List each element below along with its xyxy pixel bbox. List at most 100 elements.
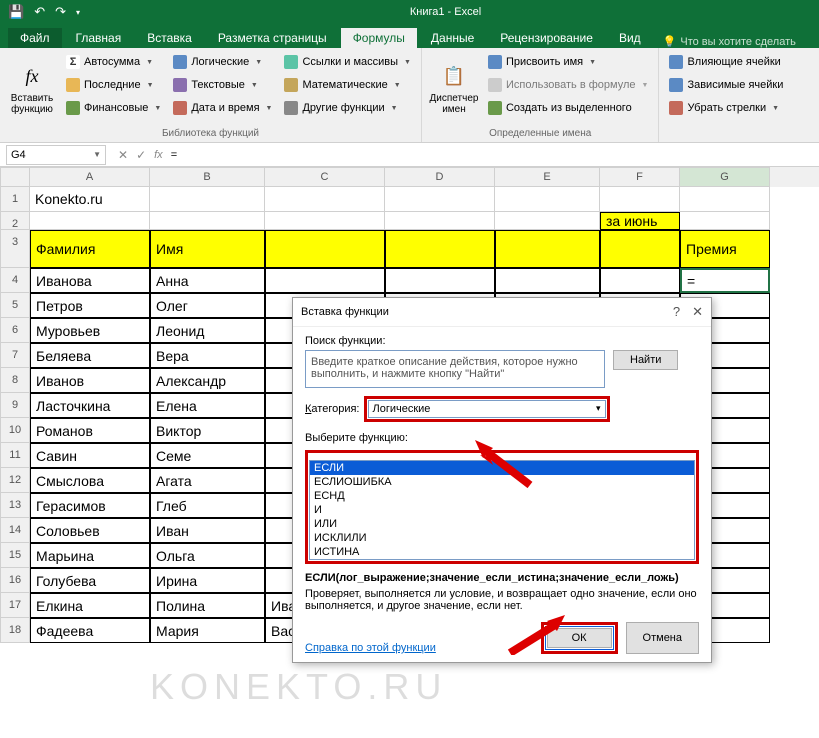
cell[interactable]	[680, 187, 770, 212]
cell-lastname[interactable]: Марьина	[30, 543, 150, 568]
recent-button[interactable]: Последние▼	[62, 74, 165, 96]
header-firstname[interactable]: Имя	[150, 230, 265, 268]
enter-icon[interactable]: ✓	[136, 148, 146, 162]
row-header[interactable]: 1	[0, 187, 30, 212]
row-header[interactable]: 18	[0, 618, 30, 643]
row-header[interactable]: 2	[0, 212, 30, 230]
cell[interactable]	[385, 230, 495, 268]
search-function-input[interactable]: Введите краткое описание действия, котор…	[305, 350, 605, 388]
cell[interactable]: за июнь	[600, 212, 680, 230]
create-from-selection-button[interactable]: Создать из выделенного	[484, 97, 652, 119]
row-header[interactable]: 9	[0, 393, 30, 418]
cell-firstname[interactable]: Олег	[150, 293, 265, 318]
cell-firstname[interactable]: Мария	[150, 618, 265, 643]
cell-firstname[interactable]: Ольга	[150, 543, 265, 568]
row-header[interactable]: 13	[0, 493, 30, 518]
cell-firstname[interactable]: Виктор	[150, 418, 265, 443]
row-header[interactable]: 16	[0, 568, 30, 593]
cell[interactable]	[150, 212, 265, 230]
col-header-d[interactable]: D	[385, 167, 495, 187]
cell-lastname[interactable]: Соловьев	[30, 518, 150, 543]
cell-lastname[interactable]: Герасимов	[30, 493, 150, 518]
row-header[interactable]: 17	[0, 593, 30, 618]
cell-a1[interactable]: Konekto.ru	[30, 187, 150, 212]
function-list[interactable]: ЕСЛИЕСЛИОШИБКАЕСНДИИЛИИСКЛИЛИИСТИНА	[309, 460, 695, 560]
find-button[interactable]: Найти	[613, 350, 678, 370]
function-item[interactable]: ЕСЛИ	[310, 461, 694, 475]
cell[interactable]	[265, 187, 385, 212]
col-header-a[interactable]: A	[30, 167, 150, 187]
cell-lastname[interactable]: Муровьев	[30, 318, 150, 343]
help-icon[interactable]: ?	[673, 304, 680, 320]
use-in-formula-button[interactable]: Использовать в формуле▼	[484, 74, 652, 96]
tab-view[interactable]: Вид	[607, 28, 653, 48]
cell[interactable]	[600, 268, 680, 293]
row-header[interactable]: 6	[0, 318, 30, 343]
cell[interactable]	[385, 212, 495, 230]
row-header[interactable]: 11	[0, 443, 30, 468]
cell-firstname[interactable]: Иван	[150, 518, 265, 543]
cell-firstname[interactable]: Ирина	[150, 568, 265, 593]
name-box-dropdown-icon[interactable]: ▼	[93, 150, 101, 159]
math-button[interactable]: Математические▼	[280, 74, 415, 96]
cell-lastname[interactable]: Петров	[30, 293, 150, 318]
save-icon[interactable]: 💾	[8, 4, 24, 20]
close-icon[interactable]: ✕	[692, 304, 703, 320]
cell-lastname[interactable]: Ласточкина	[30, 393, 150, 418]
cell[interactable]	[495, 268, 600, 293]
function-item[interactable]: ЕСЛИОШИБКА	[310, 475, 694, 489]
col-header-g[interactable]: G	[680, 167, 770, 187]
trace-dependents-button[interactable]: Зависимые ячейки	[665, 74, 787, 96]
col-header-f[interactable]: F	[600, 167, 680, 187]
cell-lastname[interactable]: Иванова	[30, 268, 150, 293]
trace-precedents-button[interactable]: Влияющие ячейки	[665, 51, 787, 73]
cancel-icon[interactable]: ✕	[118, 148, 128, 162]
row-header[interactable]: 15	[0, 543, 30, 568]
function-item[interactable]: ИЛИ	[310, 517, 694, 531]
cell[interactable]	[495, 187, 600, 212]
tell-me-search[interactable]: 💡 Что вы хотите сделать	[663, 35, 796, 48]
tab-layout[interactable]: Разметка страницы	[206, 28, 339, 48]
col-header-e[interactable]: E	[495, 167, 600, 187]
other-button[interactable]: Другие функции▼	[280, 97, 415, 119]
function-item[interactable]: ЕСНД	[310, 489, 694, 503]
cell[interactable]	[265, 230, 385, 268]
row-header[interactable]: 5	[0, 293, 30, 318]
row-header[interactable]: 14	[0, 518, 30, 543]
cell-firstname[interactable]: Елена	[150, 393, 265, 418]
name-box[interactable]: G4 ▼	[6, 145, 106, 165]
tab-review[interactable]: Рецензирование	[488, 28, 605, 48]
ok-button[interactable]: ОК	[547, 628, 612, 648]
financial-button[interactable]: Финансовые▼	[62, 97, 165, 119]
cell-lastname[interactable]: Фадеева	[30, 618, 150, 643]
cell-lastname[interactable]: Беляева	[30, 343, 150, 368]
cell[interactable]	[150, 187, 265, 212]
cell-lastname[interactable]: Иванов	[30, 368, 150, 393]
cell-lastname[interactable]: Голубева	[30, 568, 150, 593]
row-header[interactable]: 4	[0, 268, 30, 293]
tab-data[interactable]: Данные	[419, 28, 486, 48]
cell-firstname[interactable]: Анна	[150, 268, 265, 293]
cell-firstname[interactable]: Семе	[150, 443, 265, 468]
tab-insert[interactable]: Вставка	[135, 28, 204, 48]
cell-firstname[interactable]: Александр	[150, 368, 265, 393]
row-header[interactable]: 7	[0, 343, 30, 368]
lookup-button[interactable]: Ссылки и массивы▼	[280, 51, 415, 73]
logical-button[interactable]: Логические▼	[169, 51, 276, 73]
tab-formulas[interactable]: Формулы	[341, 28, 417, 48]
cell-firstname[interactable]: Глеб	[150, 493, 265, 518]
text-button[interactable]: Текстовые▼	[169, 74, 276, 96]
cell[interactable]	[680, 212, 770, 230]
cell[interactable]	[600, 187, 680, 212]
autosum-button[interactable]: ΣАвтосумма▼	[62, 51, 165, 73]
cell-firstname[interactable]: Леонид	[150, 318, 265, 343]
remove-arrows-button[interactable]: Убрать стрелки▼	[665, 97, 787, 119]
fx-bar-icon[interactable]: fx	[154, 149, 163, 161]
insert-function-button[interactable]: fx Вставитьфункцию	[6, 51, 58, 126]
cell[interactable]	[600, 230, 680, 268]
row-header[interactable]: 3	[0, 230, 30, 268]
formula-input[interactable]	[171, 149, 571, 161]
tab-file[interactable]: Файл	[8, 28, 62, 48]
cancel-button[interactable]: Отмена	[626, 622, 699, 654]
row-header[interactable]: 10	[0, 418, 30, 443]
